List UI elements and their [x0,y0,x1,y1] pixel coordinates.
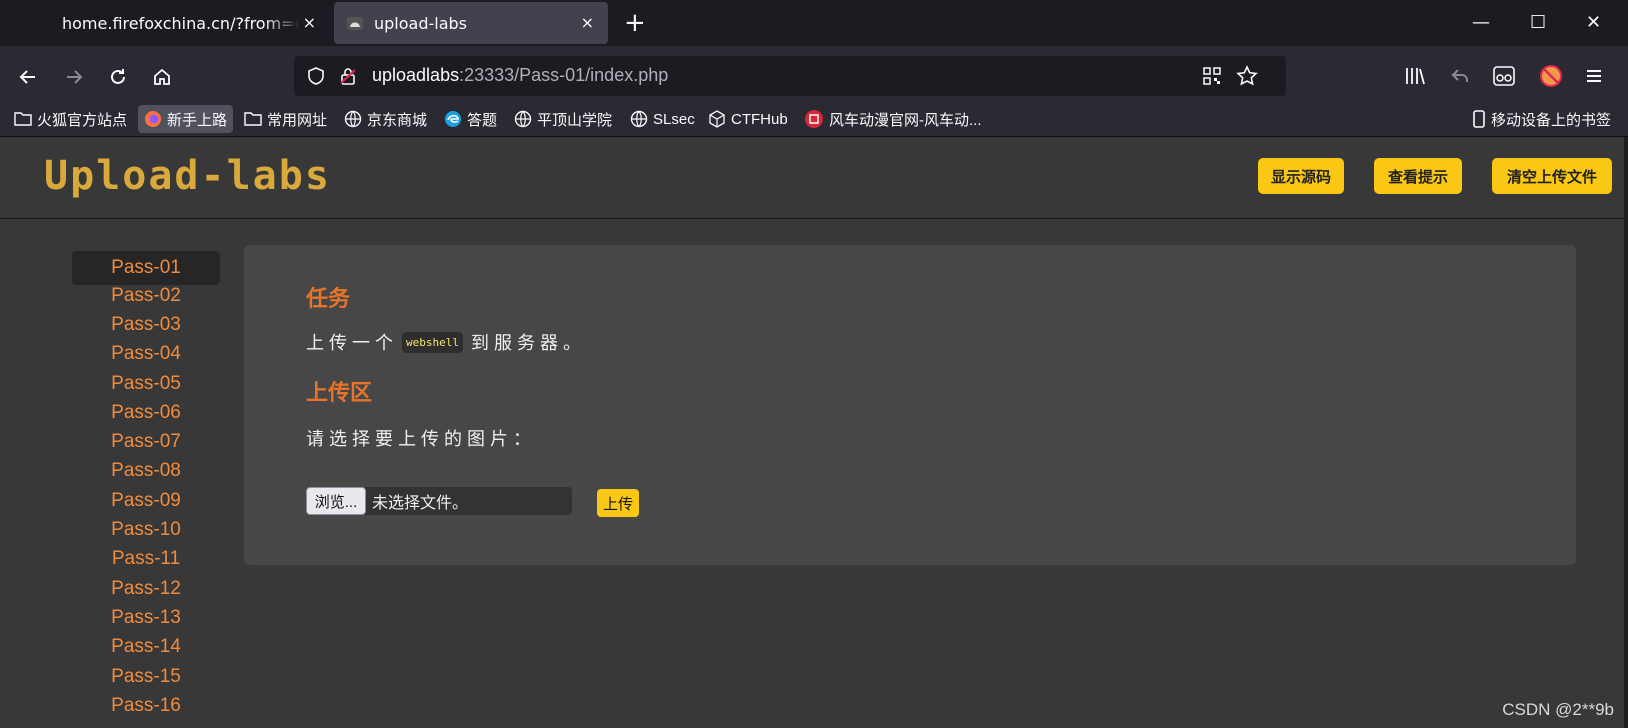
tab-title: upload-labs [374,13,468,33]
bookmark-item[interactable]: 火狐官方站点 [14,105,127,133]
bookmark-star-icon[interactable] [1236,65,1258,87]
tab-firefoxchina[interactable]: home.firefoxchina.cn/?from=extra_start × [30,2,330,44]
bookmark-label: 京东商城 [367,111,428,129]
task-text-before: 上传一个 [306,333,398,354]
menu-icon[interactable] [1584,66,1604,86]
url-path: :23333/Pass-01/index.php [459,65,669,85]
bookmark-label: CTFHub [731,110,788,128]
forward-icon[interactable] [60,63,88,91]
sidebar-item-pass-14[interactable]: Pass-14 [72,633,220,662]
mobile-bookmarks[interactable]: 移动设备上的书签 [1472,105,1611,133]
bookmark-label: 风车动漫官网-风车动... [829,111,982,129]
sidebar-item-pass-11[interactable]: Pass-11 [72,545,220,574]
clear-uploads-button[interactable]: 清空上传文件 [1492,158,1612,194]
page: Upload-labs 显示源码 查看提示 清空上传文件 Pass-01 Pas… [0,137,1628,728]
bookmark-label: 平顶山学院 [537,111,613,129]
bookmark-label: 答题 [467,111,498,129]
upload-area-title: 上传区 [306,381,373,406]
nav-bar: uploadlabs:23333/Pass-01/index.php [0,46,1628,108]
bookmarks-toolbar: 火狐官方站点 新手上路 常用网址 京东商城 答题 平顶山学院 SLsec CTF… [0,100,1628,137]
bookmark-label: SLsec [653,110,695,128]
back-icon[interactable] [14,63,42,91]
bookmark-item[interactable]: SLsec [630,105,695,133]
sidebar-item-pass-04[interactable]: Pass-04 [72,340,220,369]
globe-icon [514,110,532,128]
tab-title: home.firefoxchina.cn/?from=extra_start [62,13,300,33]
sidebar-item-pass-12[interactable]: Pass-12 [72,574,220,603]
bookmark-item[interactable]: 答题 [444,105,497,133]
site-logo[interactable]: Upload-labs [44,153,331,199]
tab-upload-labs[interactable]: upload-labs × [334,2,608,44]
task-description: 上传一个 webshell 到服务器。 [306,329,586,355]
scrollbar[interactable] [1624,137,1628,728]
show-source-button[interactable]: 显示源码 [1258,158,1344,194]
home-icon[interactable] [148,63,176,91]
sidebar-item-pass-03[interactable]: Pass-03 [72,310,220,339]
sidebar-item-pass-02[interactable]: Pass-02 [72,281,220,310]
firefox-icon [145,111,161,127]
tab-favicon-icon [347,17,363,30]
shield-icon[interactable] [306,66,326,86]
bookmark-item[interactable]: 新手上路 [138,105,234,133]
sidebar-item-pass-10[interactable]: Pass-10 [72,515,220,544]
url-host: uploadlabs [372,65,460,85]
task-title: 任务 [306,287,351,312]
cube-icon [709,110,725,128]
sidebar-item-pass-13[interactable]: Pass-13 [72,603,220,632]
bookmark-item[interactable]: 常用网址 [244,105,327,133]
undo-icon[interactable] [1450,66,1470,86]
sidebar-item-pass-09[interactable]: Pass-09 [72,486,220,515]
pass-sidebar: Pass-01 Pass-02 Pass-03 Pass-04 Pass-05 … [72,251,220,720]
library-icon[interactable] [1404,66,1426,86]
bookmark-item[interactable]: 平顶山学院 [514,105,612,133]
edge-icon [445,111,461,127]
anime-icon [805,110,823,128]
close-window-icon[interactable]: ✕ [1586,12,1601,33]
watermark: CSDN @2**9b [1502,700,1614,719]
bookmark-label: 新手上路 [167,111,228,129]
choose-image-label: 请选择要上传的图片： [306,429,536,450]
sidebar-item-pass-07[interactable]: Pass-07 [72,427,220,456]
webshell-code: webshell [402,331,463,353]
reload-icon[interactable] [104,63,132,91]
insecure-lock-icon[interactable] [338,66,358,86]
sidebar-item-pass-01[interactable]: Pass-01 [72,251,220,285]
close-tab-icon[interactable]: × [303,13,316,33]
globe-icon [344,110,362,128]
extension-icon[interactable] [1538,63,1564,89]
folder-icon [244,112,262,126]
qr-code-icon[interactable] [1202,66,1222,86]
close-tab-icon[interactable]: × [581,13,594,33]
globe-icon [630,110,648,128]
sidebar-item-pass-06[interactable]: Pass-06 [72,398,220,427]
bookmark-label: 火狐官方站点 [37,111,128,129]
site-header: Upload-labs 显示源码 查看提示 清空上传文件 [0,137,1628,219]
bookmark-item[interactable]: 风车动漫官网-风车动... [804,105,982,133]
task-panel: 任务 上传一个 webshell 到服务器。 上传区 请选择要上传的图片： 浏览… [244,245,1576,565]
minimize-icon[interactable]: — [1472,12,1490,33]
reader-mode-icon[interactable] [1492,64,1516,88]
no-file-text: 未选择文件。 [372,495,469,512]
url-bar[interactable]: uploadlabs:23333/Pass-01/index.php [294,56,1286,96]
tab-bar: home.firefoxchina.cn/?from=extra_start ×… [0,0,1628,46]
file-input[interactable]: 浏览... 未选择文件。 [306,487,572,515]
sidebar-item-pass-16[interactable]: Pass-16 [72,691,220,720]
bookmark-item[interactable]: CTFHub [708,105,788,133]
sidebar-item-pass-08[interactable]: Pass-08 [72,457,220,486]
new-tab-icon[interactable]: + [624,10,646,36]
bookmark-label: 常用网址 [267,111,328,129]
bookmark-label: 移动设备上的书签 [1491,111,1612,129]
folder-icon [14,112,32,126]
upload-button[interactable]: 上传 [597,489,639,517]
maximize-icon[interactable]: ☐ [1530,12,1546,33]
view-hint-button[interactable]: 查看提示 [1374,158,1462,194]
url-text[interactable]: uploadlabs:23333/Pass-01/index.php [372,65,668,86]
sidebar-item-pass-05[interactable]: Pass-05 [72,369,220,398]
browser-window: home.firefoxchina.cn/?from=extra_start ×… [0,0,1628,728]
bookmark-item[interactable]: 京东商城 [344,105,427,133]
sidebar-item-pass-15[interactable]: Pass-15 [72,662,220,691]
mobile-device-icon [1473,110,1485,128]
task-text-after: 到服务器。 [470,333,586,354]
browse-button[interactable]: 浏览... [306,487,366,515]
